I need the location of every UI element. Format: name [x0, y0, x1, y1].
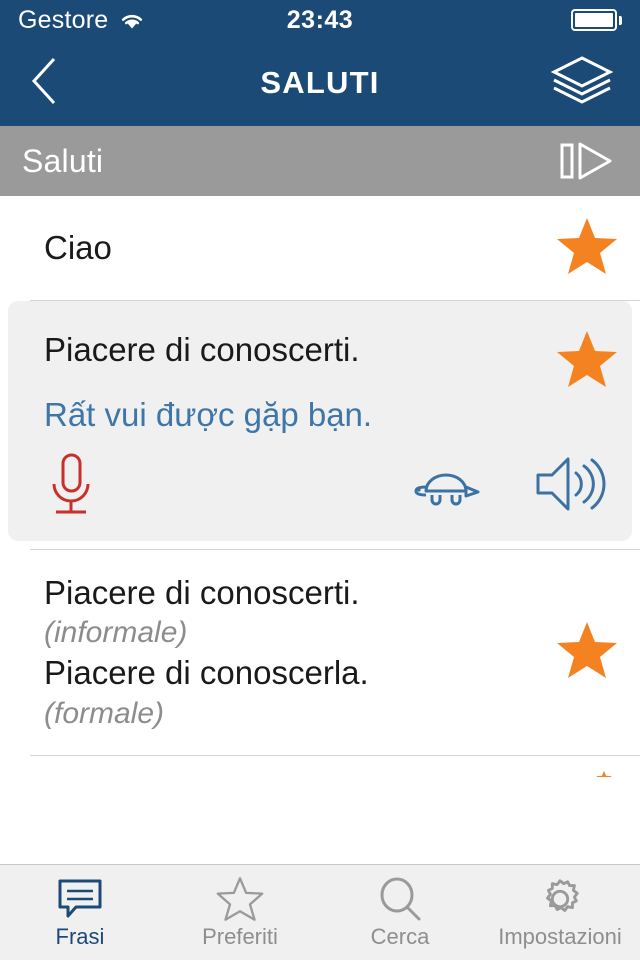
- microphone-icon[interactable]: [44, 451, 98, 517]
- phrase-text-2: Piacere di conoscerla.: [44, 654, 369, 692]
- tab-preferiti[interactable]: Preferiti: [160, 865, 320, 960]
- phrase-list[interactable]: Ciao Piacere di conoscerti. Rất vui được…: [0, 196, 640, 864]
- tab-label: Impostazioni: [498, 923, 622, 949]
- tab-label: Cerca: [370, 923, 430, 949]
- speech-bubble-icon: [56, 876, 104, 922]
- app-screen: Gestore 23:43 SALUTI Saluti Ciao Piacere…: [0, 0, 640, 960]
- list-item[interactable]: Piacere di conoscerti. (informale) Piace…: [0, 549, 640, 757]
- star-outline-icon: [216, 876, 264, 922]
- layers-icon[interactable]: [550, 55, 614, 112]
- back-button[interactable]: [26, 53, 62, 114]
- tab-frasi[interactable]: Frasi: [0, 865, 160, 960]
- section-title: Saluti: [22, 142, 104, 179]
- tab-impostazioni[interactable]: Impostazioni: [480, 865, 640, 960]
- status-bar: Gestore 23:43: [0, 0, 640, 40]
- tab-cerca[interactable]: Cerca: [320, 865, 480, 960]
- translation-text: Rất vui được gặp bạn.: [44, 395, 373, 433]
- gear-icon: [536, 876, 584, 922]
- register-label-2: (formale): [44, 696, 165, 730]
- navigation-bar: SALUTI: [0, 40, 640, 126]
- star-filled-icon-partial[interactable]: [596, 764, 612, 786]
- tab-bar: Frasi Preferiti Cerca Impostazioni: [0, 864, 640, 960]
- section-header: Saluti: [0, 126, 640, 196]
- phrase-text: Piacere di conoscerti.: [44, 573, 360, 611]
- page-title: SALUTI: [260, 65, 380, 100]
- star-filled-icon[interactable]: [556, 620, 618, 685]
- tab-label: Preferiti: [202, 923, 278, 949]
- turtle-slow-icon[interactable]: [410, 459, 482, 509]
- register-label: (informale): [44, 616, 188, 650]
- phrase-text: Piacere di conoscerti.: [44, 331, 360, 368]
- star-filled-icon[interactable]: [556, 329, 618, 394]
- list-item[interactable]: Ciao: [0, 196, 640, 301]
- list-item-expanded[interactable]: Piacere di conoscerti. Rất vui được gặp …: [0, 301, 640, 550]
- expanded-card: Piacere di conoscerti. Rất vui được gặp …: [8, 301, 632, 541]
- play-all-icon[interactable]: [554, 135, 618, 187]
- speaker-icon[interactable]: [534, 453, 608, 515]
- search-icon: [376, 876, 424, 922]
- phrase-text: Ciao: [44, 228, 112, 266]
- star-filled-icon[interactable]: [556, 216, 618, 281]
- list-item-partial[interactable]: [0, 756, 640, 786]
- tab-label: Frasi: [55, 923, 105, 949]
- clock-label: 23:43: [286, 5, 354, 34]
